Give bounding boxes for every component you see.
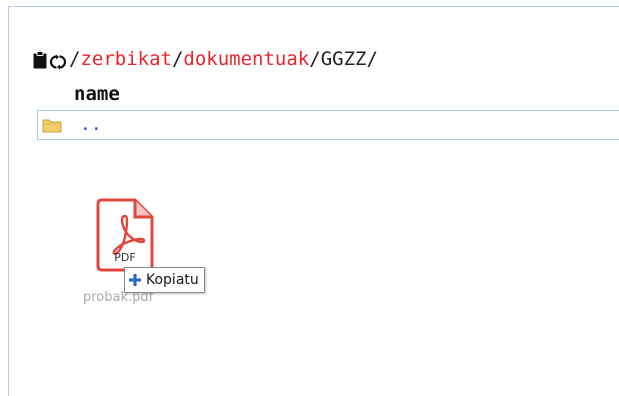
parent-directory-row[interactable]: ..	[38, 111, 619, 139]
breadcrumb-separator: /	[366, 48, 378, 70]
breadcrumb-separator: /	[69, 48, 81, 70]
pdf-type-label: PDF	[114, 251, 135, 264]
breadcrumb-separator: /	[309, 48, 321, 70]
clipboard-icon[interactable]	[33, 50, 47, 69]
column-header-name[interactable]: name	[74, 82, 120, 106]
pdf-file-icon: PDF	[95, 198, 155, 272]
breadcrumb: / zerbikat / dokumentuak / GGZZ /	[33, 46, 378, 72]
plus-icon	[128, 273, 142, 287]
parent-directory-link[interactable]: ..	[80, 114, 102, 136]
copy-drop-tooltip: Kopiatu	[124, 267, 205, 293]
drag-preview: PDF probak.pdf Kopiatu	[80, 196, 230, 316]
breadcrumb-link-zerbikat[interactable]: zerbikat	[80, 46, 172, 72]
breadcrumb-link-dokumentuak[interactable]: dokumentuak	[183, 46, 309, 72]
refresh-icon[interactable]	[49, 51, 67, 70]
copy-action-label: Kopiatu	[146, 272, 199, 288]
folder-icon	[42, 117, 62, 133]
breadcrumb-separator: /	[171, 48, 184, 70]
breadcrumb-current-folder: GGZZ	[320, 48, 367, 70]
file-table: ..	[37, 110, 619, 140]
